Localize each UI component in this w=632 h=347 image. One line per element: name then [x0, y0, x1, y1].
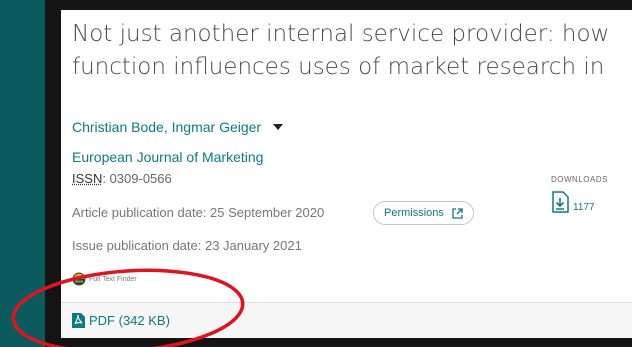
full-text-finder-link[interactable]: Full Text Finder [72, 272, 137, 286]
pdf-icon [72, 313, 85, 328]
article-publication-date: Article publication date: 25 September 2… [72, 205, 325, 220]
permissions-button[interactable]: Permissions [373, 201, 474, 225]
permissions-label: Permissions [384, 207, 444, 219]
pdf-label: PDF (342 KB) [89, 313, 170, 328]
article-title[interactable]: Not just another internal service provid… [72, 18, 632, 84]
journal-link[interactable]: European Journal of Marketing [72, 149, 263, 165]
download-icon [552, 191, 569, 213]
chevron-down-icon [273, 124, 284, 130]
issn-abbr: ISSN [72, 171, 103, 186]
pdf-download-link[interactable]: PDF (342 KB) [71, 312, 170, 329]
title-line-1: Not just another internal service provid… [72, 21, 610, 47]
issn-value: : 0309-0566 [102, 171, 172, 186]
issn: ISSN: 0309-0566 [72, 171, 172, 186]
downloads-label: DOWNLOADS [551, 175, 608, 184]
article-card: Not just another internal service provid… [61, 10, 632, 338]
title-line-2: function influences uses of market resea… [72, 54, 605, 80]
full-text-finder-text: Full Text Finder [89, 275, 137, 283]
full-text-finder-logo [72, 272, 86, 286]
external-link-icon [452, 207, 463, 219]
downloads-stat: 1177 [551, 191, 595, 213]
authors-dropdown[interactable]: Christian Bode, Ingmar Geiger [72, 119, 284, 135]
downloads-count: 1177 [573, 202, 595, 213]
issue-publication-date: Issue publication date: 23 January 2021 [72, 238, 302, 253]
footer-bar: PDF (342 KB) [61, 303, 632, 338]
authors-text: Christian Bode, Ingmar Geiger [72, 119, 262, 135]
